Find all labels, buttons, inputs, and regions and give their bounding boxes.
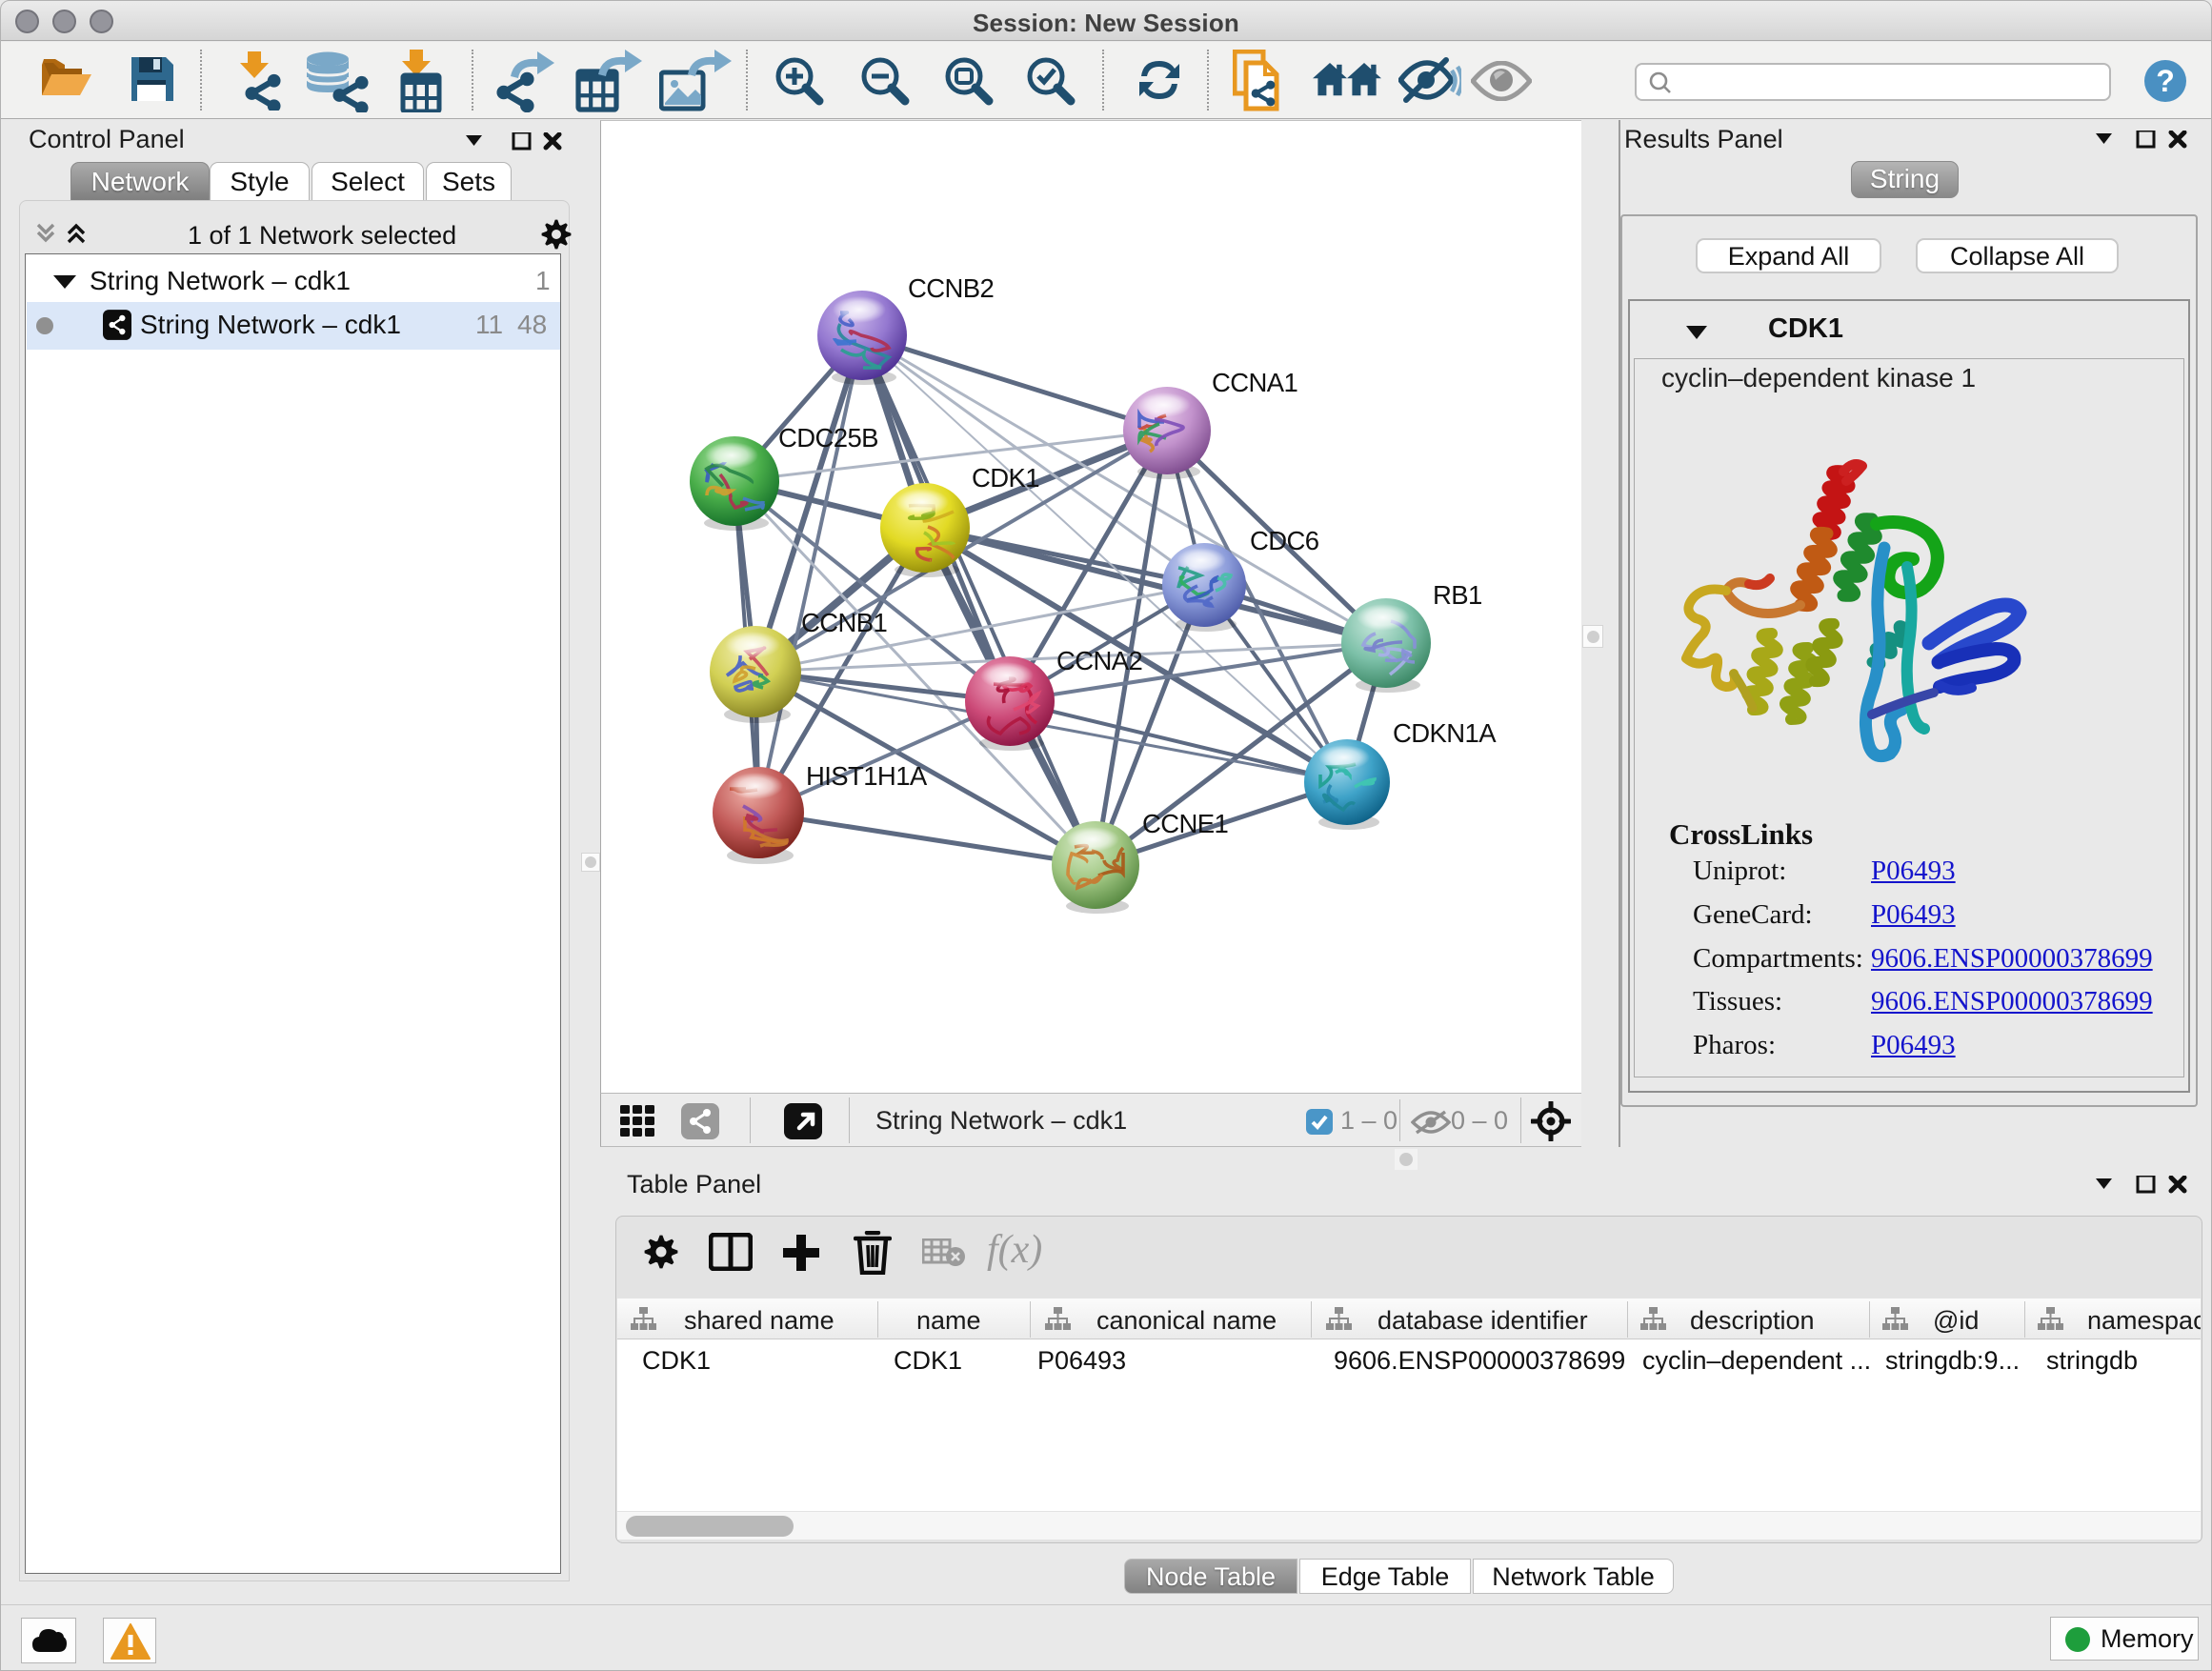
- svg-text:CCNA1: CCNA1: [1212, 368, 1297, 397]
- svg-text:CCNE1: CCNE1: [1142, 809, 1228, 838]
- svg-text:RB1: RB1: [1433, 580, 1482, 610]
- svg-text:CDK1: CDK1: [972, 463, 1039, 493]
- svg-text:?: ?: [2156, 64, 2175, 98]
- svg-text:CCNB1: CCNB1: [801, 608, 887, 637]
- svg-text:CDC25B: CDC25B: [778, 423, 878, 453]
- svg-text:HIST1H1A: HIST1H1A: [806, 761, 928, 791]
- svg-text:CCNB2: CCNB2: [908, 273, 994, 303]
- svg-text:CDKN1A: CDKN1A: [1393, 718, 1497, 748]
- svg-text:CCNA2: CCNA2: [1056, 646, 1142, 675]
- svg-text:CDC6: CDC6: [1250, 526, 1319, 555]
